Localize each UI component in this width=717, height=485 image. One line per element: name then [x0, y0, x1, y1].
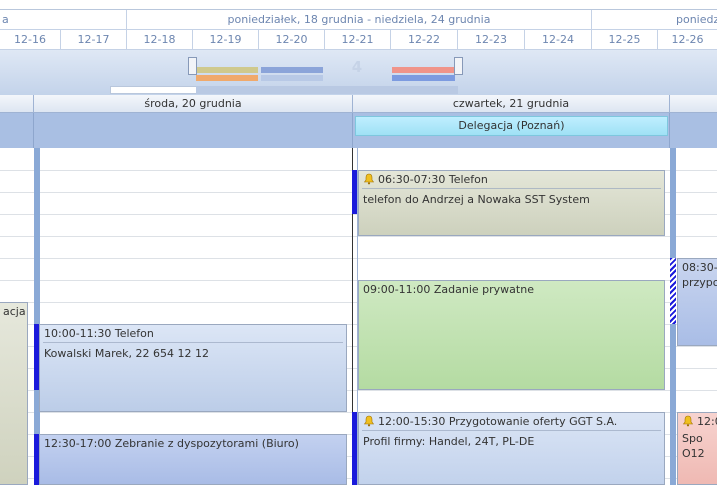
appointment-friday-2[interactable]: 12:0 Spo O12: [677, 412, 717, 485]
allday-area-prev[interactable]: [0, 113, 34, 148]
appointment-title: 12:0: [678, 413, 717, 430]
day-cell-12-19[interactable]: 12-19: [193, 30, 259, 50]
day-cell-12-22[interactable]: 12-22: [391, 30, 458, 50]
week-label-next[interactable]: poniedział: [592, 10, 717, 30]
appointment-separator: [362, 188, 661, 189]
density-bar: [196, 75, 258, 81]
day-cell-12-24[interactable]: 12-24: [525, 30, 592, 50]
density-bar: [392, 75, 455, 81]
day-cell-12-17[interactable]: 12-17: [61, 30, 127, 50]
appointment-title: 08:30-1: [682, 261, 717, 274]
appointment-title: 10:00-11:30 Telefon: [44, 327, 154, 340]
week-label-prev[interactable]: a: [0, 10, 127, 30]
appointment-title-text: 12:00-15:30 Przygotowanie oferty GGT S.A…: [378, 415, 618, 428]
reminder-bell-icon: [682, 415, 694, 427]
density-bar: [196, 67, 258, 73]
appointment-title: 12:00-15:30 Przygotowanie oferty GGT S.A…: [359, 413, 664, 430]
appointment-zebranie[interactable]: 12:30-17:00 Zebranie z dyspozytorami (Bi…: [39, 434, 347, 485]
appointment-friday-1[interactable]: 08:30-1 przypom: [677, 258, 717, 346]
allday-event-delegacja[interactable]: Delegacja (Poznań): [355, 116, 668, 136]
appointment-detail: Kowalski Marek, 22 654 12 12: [44, 347, 209, 360]
appointment-title: 12:30-17:00 Zebranie z dyspozytorami (Bi…: [44, 437, 299, 450]
appointment-oferta[interactable]: 12:00-15:30 Przygotowanie oferty GGT S.A…: [358, 412, 665, 485]
timeline-scrollbar-range[interactable]: [196, 86, 458, 94]
day-cell-12-21[interactable]: 12-21: [325, 30, 391, 50]
appointment-title-text: 12:0: [697, 415, 717, 428]
grid-line: [0, 236, 717, 237]
reminder-bell-icon: [363, 173, 375, 185]
day-header-prev[interactable]: [0, 95, 34, 113]
density-bar: [261, 67, 323, 73]
appointment-separator: [43, 342, 343, 343]
grid-line: [0, 258, 717, 259]
day-cell-12-23[interactable]: 12-23: [458, 30, 525, 50]
appointment-title: acja: [3, 305, 26, 318]
appointment-separator: [362, 430, 661, 431]
day-header-friday[interactable]: [670, 95, 717, 113]
busy-marker: [352, 412, 357, 485]
day-cell-12-18[interactable]: 12-18: [127, 30, 193, 50]
day-header-wednesday[interactable]: środa, 20 grudnia: [34, 95, 353, 113]
appointment-telefon-wed[interactable]: 10:00-11:30 Telefon Kowalski Marek, 22 6…: [39, 324, 347, 412]
appointment-prev-day[interactable]: acja: [0, 302, 28, 485]
week-label-text: poniedziałek, 18 grudnia - niedziela, 24…: [227, 13, 491, 26]
day-header-thursday[interactable]: czwartek, 21 grudnia: [353, 95, 670, 113]
density-bar: [261, 75, 323, 81]
tentative-marker: [670, 258, 676, 324]
day-cell-12-20[interactable]: 12-20: [259, 30, 325, 50]
appointment-detail: Profil firmy: Handel, 24T, PL-DE: [363, 435, 535, 448]
allday-area-friday[interactable]: [670, 113, 717, 148]
week-label-current[interactable]: poniedziałek, 18 grudnia - niedziela, 24…: [127, 10, 592, 30]
day-cell-12-26[interactable]: 12-26: [658, 30, 717, 50]
appointment-title: 06:30-07:30 Telefon: [359, 171, 664, 188]
appointment-title: 09:00-11:00 Zadanie prywatne: [363, 283, 534, 296]
appointment-detail: O12: [682, 447, 705, 460]
week-label-text: poniedział: [676, 13, 717, 26]
day-cell-12-16[interactable]: 12-16: [0, 30, 61, 50]
appointment-title-text: 06:30-07:30 Telefon: [378, 173, 488, 186]
week-label-text: a: [2, 13, 9, 26]
appointment-detail: przypom: [682, 276, 717, 289]
appointment-detail: telefon do Andrzej a Nowaka SST System: [363, 193, 590, 206]
density-bar: [392, 67, 455, 73]
appointment-telefon-thu[interactable]: 06:30-07:30 Telefon telefon do Andrzej a…: [358, 170, 665, 236]
appointment-detail: Spo: [682, 432, 703, 445]
appointment-zadanie-prywatne[interactable]: 09:00-11:00 Zadanie prywatne: [358, 280, 665, 390]
timeline-top-border: [0, 0, 717, 10]
allday-area-wednesday[interactable]: [34, 113, 353, 148]
range-left-handle[interactable]: [188, 57, 197, 75]
busy-marker: [352, 170, 357, 214]
reminder-bell-icon: [363, 415, 375, 427]
selection-count: 4: [351, 58, 363, 76]
day-cell-12-25[interactable]: 12-25: [592, 30, 658, 50]
range-right-handle[interactable]: [454, 57, 463, 75]
